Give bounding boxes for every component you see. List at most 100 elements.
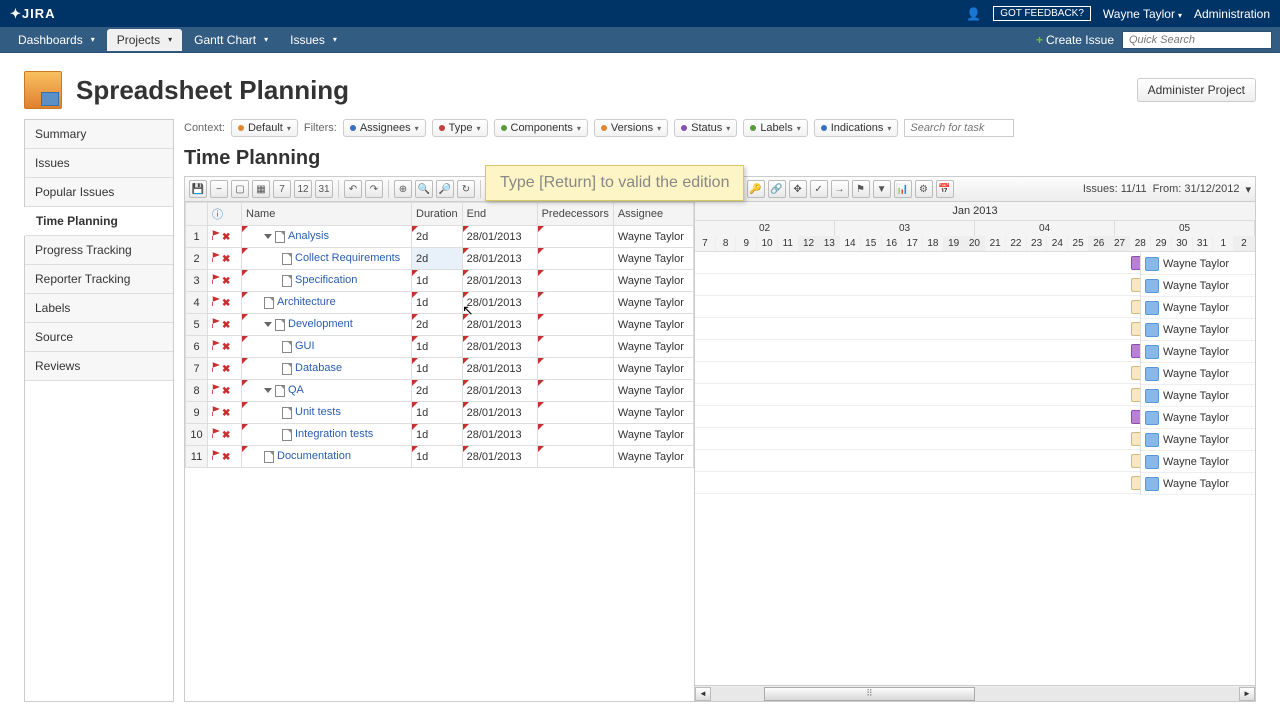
task-grid[interactable]: ⓘNameDurationEndPredecessorsAssignee1✖An… bbox=[185, 202, 694, 468]
flag-icon bbox=[212, 362, 220, 372]
doc-icon bbox=[264, 451, 274, 463]
doc-icon bbox=[275, 319, 285, 331]
delete-icon: ✖ bbox=[222, 276, 232, 286]
tool-redo-icon[interactable]: ↷ bbox=[365, 180, 383, 198]
assignee-cell: Wayne Taylor bbox=[1141, 341, 1255, 363]
tool-key-icon[interactable]: 🔑 bbox=[747, 180, 765, 198]
table-row[interactable]: 1✖Analysis2d28/01/2013Wayne Taylor bbox=[186, 226, 694, 248]
collapse-icon[interactable] bbox=[264, 234, 272, 239]
administration-link[interactable]: Administration bbox=[1194, 7, 1270, 21]
plus-icon: + bbox=[1036, 33, 1043, 47]
tool-zoom-fit-icon[interactable]: ⊕ bbox=[394, 180, 412, 198]
administer-project-button[interactable]: Administer Project bbox=[1137, 78, 1256, 102]
sidebar-item-popular-issues[interactable]: Popular Issues bbox=[25, 178, 173, 207]
tool-check-icon[interactable]: ✓ bbox=[810, 180, 828, 198]
task-name[interactable]: Database bbox=[295, 362, 342, 374]
table-row[interactable]: 8✖QA2d28/01/2013Wayne Taylor bbox=[186, 380, 694, 402]
filter-labels[interactable]: Labels▾ bbox=[743, 119, 807, 137]
timeline-day: 7 bbox=[695, 236, 716, 251]
task-name[interactable]: Collect Requirements bbox=[295, 252, 400, 264]
scroll-left-icon[interactable]: ◄ bbox=[695, 687, 711, 701]
assignee-cell: Wayne Taylor bbox=[1141, 385, 1255, 407]
filter-type[interactable]: Type▾ bbox=[432, 119, 488, 137]
tool-move-icon[interactable]: ✥ bbox=[789, 180, 807, 198]
timeline-day: 2 bbox=[1234, 236, 1255, 251]
timeline-day: 14 bbox=[840, 236, 861, 251]
feedback-button[interactable]: GOT FEEDBACK? bbox=[993, 6, 1091, 21]
horizontal-scrollbar[interactable]: ◄ ⠿ ► bbox=[695, 685, 1255, 701]
table-row[interactable]: 2✖Collect Requirements2d28/01/2013Wayne … bbox=[186, 248, 694, 270]
user-menu[interactable]: Wayne Taylor bbox=[1103, 7, 1182, 21]
tool-zoom-in-icon[interactable]: 🔍 bbox=[415, 180, 433, 198]
tool-zoom-out-icon[interactable]: 🔎 bbox=[436, 180, 454, 198]
table-row[interactable]: 6✖GUI1d28/01/2013Wayne Taylor bbox=[186, 336, 694, 358]
timeline-week: 04 bbox=[975, 221, 1115, 236]
tool-refresh-icon[interactable]: ↻ bbox=[457, 180, 475, 198]
calendar-button-icon[interactable]: ▾ bbox=[1245, 183, 1251, 196]
table-row[interactable]: 9✖Unit tests1d28/01/2013Wayne Taylor bbox=[186, 402, 694, 424]
timeline-day: 1 bbox=[1213, 236, 1234, 251]
sidebar-item-source[interactable]: Source bbox=[25, 323, 173, 352]
collapse-icon[interactable] bbox=[264, 388, 272, 393]
nav-issues[interactable]: Issues bbox=[280, 29, 347, 51]
tool-next-icon[interactable]: → bbox=[831, 180, 849, 198]
filter-assignees[interactable]: Assignees▾ bbox=[343, 119, 426, 137]
tool-link-icon[interactable]: 🔗 bbox=[768, 180, 786, 198]
scroll-right-icon[interactable]: ► bbox=[1239, 687, 1255, 701]
table-row[interactable]: 5✖Development2d28/01/2013Wayne Taylor bbox=[186, 314, 694, 336]
task-name[interactable]: Integration tests bbox=[295, 428, 373, 440]
task-name[interactable]: QA bbox=[288, 384, 304, 396]
tool-grid-icon[interactable]: ▦ bbox=[252, 180, 270, 198]
tool-gear-icon[interactable]: ⚙ bbox=[915, 180, 933, 198]
tool-12-icon[interactable]: 12 bbox=[294, 180, 312, 198]
tool-minus-icon[interactable]: − bbox=[210, 180, 228, 198]
tool-undo-icon[interactable]: ↶ bbox=[344, 180, 362, 198]
task-name[interactable]: Unit tests bbox=[295, 406, 341, 418]
task-name[interactable]: Documentation bbox=[277, 450, 351, 462]
tool-31-icon[interactable]: 31 bbox=[315, 180, 333, 198]
scroll-thumb[interactable]: ⠿ bbox=[764, 687, 975, 701]
table-row[interactable]: 4✖Architecture1d28/01/2013Wayne Taylor bbox=[186, 292, 694, 314]
create-issue-button[interactable]: +Create Issue bbox=[1036, 33, 1114, 47]
tool-calendar-icon[interactable]: 📅 bbox=[936, 180, 954, 198]
task-name[interactable]: Development bbox=[288, 318, 353, 330]
avatar-icon bbox=[1145, 301, 1159, 315]
avatar-icon bbox=[1145, 455, 1159, 469]
sidebar-item-labels[interactable]: Labels bbox=[25, 294, 173, 323]
table-row[interactable]: 3✖Specification1d28/01/2013Wayne Taylor bbox=[186, 270, 694, 292]
collapse-icon[interactable] bbox=[264, 322, 272, 327]
task-name[interactable]: Architecture bbox=[277, 296, 336, 308]
table-row[interactable]: 7✖Database1d28/01/2013Wayne Taylor bbox=[186, 358, 694, 380]
sidebar-item-time-planning[interactable]: Time Planning bbox=[24, 207, 173, 236]
table-row[interactable]: 11✖Documentation1d28/01/2013Wayne Taylor bbox=[186, 446, 694, 468]
tool-export-icon[interactable]: 📊 bbox=[894, 180, 912, 198]
assignee-cell: Wayne Taylor bbox=[1141, 429, 1255, 451]
assignee-cell: Wayne Taylor bbox=[1141, 253, 1255, 275]
filter-indications[interactable]: Indications▾ bbox=[814, 119, 899, 137]
tool-square-icon[interactable]: ▢ bbox=[231, 180, 249, 198]
task-name[interactable]: GUI bbox=[295, 340, 315, 352]
tool-flag-icon[interactable]: ⚑ bbox=[852, 180, 870, 198]
filter-versions[interactable]: Versions▾ bbox=[594, 119, 668, 137]
sidebar-item-reviews[interactable]: Reviews bbox=[25, 352, 173, 381]
filter-components[interactable]: Components▾ bbox=[494, 119, 588, 137]
tool-7-icon[interactable]: 7 bbox=[273, 180, 291, 198]
task-name[interactable]: Analysis bbox=[288, 230, 329, 242]
jira-logo[interactable]: ✦JIRA bbox=[10, 6, 56, 22]
tool-filter-icon[interactable]: ▼ bbox=[873, 180, 891, 198]
tool-save-icon[interactable]: 💾 bbox=[189, 180, 207, 198]
task-search-input[interactable] bbox=[904, 119, 1014, 137]
assignee-cell: Wayne Taylor bbox=[1141, 451, 1255, 473]
nav-gantt-chart[interactable]: Gantt Chart bbox=[184, 29, 278, 51]
table-row[interactable]: 10✖Integration tests1d28/01/2013Wayne Ta… bbox=[186, 424, 694, 446]
sidebar-item-progress-tracking[interactable]: Progress Tracking bbox=[25, 236, 173, 265]
nav-dashboards[interactable]: Dashboards bbox=[8, 29, 105, 51]
filter-status[interactable]: Status▾ bbox=[674, 119, 737, 137]
sidebar-item-summary[interactable]: Summary bbox=[25, 120, 173, 149]
sidebar-item-issues[interactable]: Issues bbox=[25, 149, 173, 178]
sidebar-item-reporter-tracking[interactable]: Reporter Tracking bbox=[25, 265, 173, 294]
context-dropdown[interactable]: Default▾ bbox=[231, 119, 298, 137]
nav-projects[interactable]: Projects bbox=[107, 29, 182, 51]
quick-search-input[interactable] bbox=[1122, 31, 1272, 49]
task-name[interactable]: Specification bbox=[295, 274, 357, 286]
